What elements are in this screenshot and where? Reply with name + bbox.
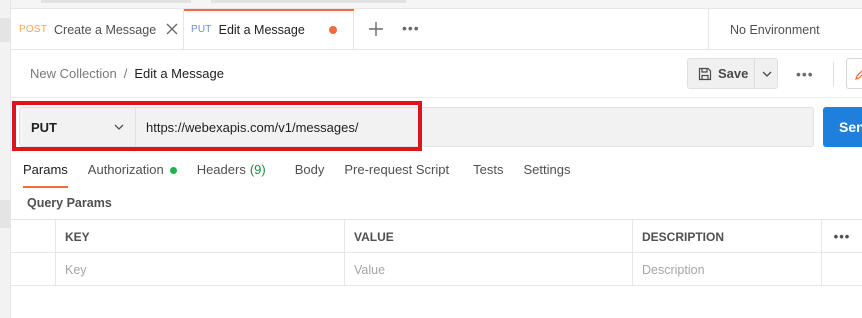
tab-label: Authorization [87,162,164,177]
table-row: Key Value Description [11,253,862,286]
query-params-table: KEY VALUE DESCRIPTION ••• Key Value Desc… [11,219,862,286]
breadcrumb: New Collection / Edit a Message [30,66,224,81]
left-sidebar-gutter [0,0,11,318]
tab-method: POST [19,24,48,35]
tab-label: Pre-request Script [344,162,450,177]
environment-label: No Environment [730,22,820,37]
gutter-item [0,200,11,228]
tab-edit-message[interactable]: PUT Edit a Message [184,9,354,50]
tab-label: Settings [523,162,571,177]
breadcrumb-row: New Collection / Edit a Message Save ••• [11,50,862,98]
save-divider [754,59,755,88]
tab-tests[interactable]: Tests [473,162,503,188]
table-cell [11,220,56,253]
pencil-icon [855,70,862,80]
query-params-title: Query Params [27,196,112,210]
tab-label: Params [23,162,68,177]
tab-label: Tests [473,162,504,177]
save-label: Save [718,66,749,81]
method-label: PUT [31,119,57,135]
gutter-item [0,18,11,42]
description-input[interactable]: Description [633,253,822,286]
breadcrumb-request[interactable]: Edit a Message [134,66,224,81]
unsaved-dot-icon [329,26,337,34]
tab-bar: POST Create a Message PUT Edit a Message… [11,9,862,50]
top-strip [11,0,862,9]
request-bar: PUT [19,107,814,147]
column-header-key: KEY [56,220,345,253]
close-icon[interactable] [165,22,179,36]
save-icon [698,67,712,80]
more-icon: ••• [833,229,851,244]
chevron-down-icon [114,124,124,130]
key-input[interactable]: Key [56,253,345,286]
edit-button[interactable] [846,58,862,89]
tab-title: Create a Message [54,22,157,37]
table-cell [822,253,862,286]
headers-count: (9) [249,162,266,177]
bulk-edit-button[interactable]: ••• [822,220,862,253]
tab-settings[interactable]: Settings [523,162,570,188]
tab-create-message[interactable]: POST Create a Message [11,9,184,50]
environment-selector[interactable]: No Environment [708,9,862,50]
column-header-description: DESCRIPTION [633,220,822,253]
chevron-down-icon[interactable] [760,67,774,81]
tab-body[interactable]: Body [295,162,325,188]
top-strip-segment [211,0,406,3]
tab-headers[interactable]: Headers (9) [197,162,266,188]
tab-params[interactable]: Params [23,162,68,188]
tab-method: PUT [191,24,212,35]
request-tabs: Params Authorization Headers (9) Body Pr… [23,162,590,188]
more-icon[interactable]: ••• [796,67,814,81]
column-header-value: VALUE [345,220,633,253]
tab-label: Body [294,162,325,177]
method-select[interactable]: PUT [20,108,136,146]
table-header-row: KEY VALUE DESCRIPTION ••• [11,220,862,253]
row-checkbox-cell [11,253,56,286]
more-icon[interactable]: ••• [402,21,420,35]
tab-pre-request-script[interactable]: Pre-request Script [344,162,449,188]
url-input[interactable] [137,108,812,146]
toolbar-divider [833,62,834,86]
tab-title: Edit a Message [218,22,305,37]
tab-authorization[interactable]: Authorization [88,162,177,188]
plus-icon[interactable] [366,19,386,39]
tab-label: Headers [196,162,246,177]
send-button[interactable]: Sen [823,107,862,147]
breadcrumb-collection[interactable]: New Collection [30,66,117,81]
send-label: Sen [839,119,862,135]
top-strip-segment [41,0,191,3]
save-button[interactable]: Save [687,58,778,89]
value-input[interactable]: Value [345,253,633,286]
status-dot-icon [169,167,177,174]
breadcrumb-separator: / [123,66,128,81]
